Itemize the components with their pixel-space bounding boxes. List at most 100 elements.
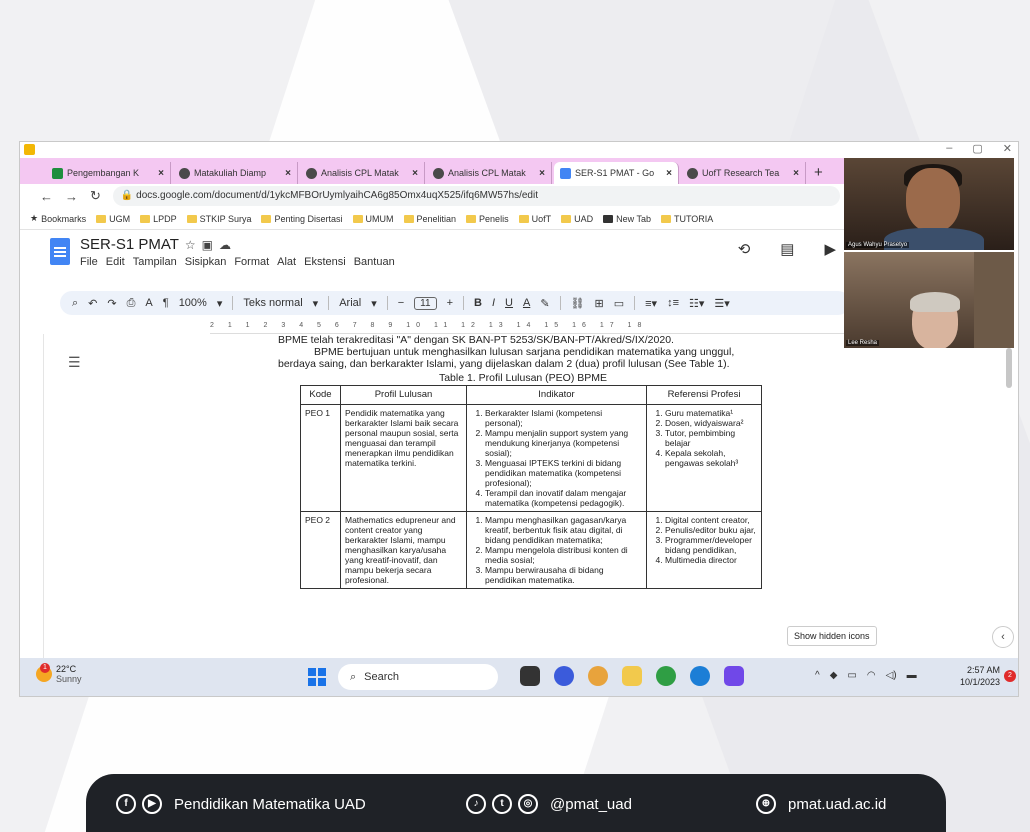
tray-app-icon[interactable]: ◆ <box>830 670 838 681</box>
meet-icon[interactable]: ▶ <box>824 240 836 258</box>
weather-widget[interactable]: 1 22°C Sunny <box>36 663 82 684</box>
style-select[interactable]: Teks normal <box>243 297 302 309</box>
font-select[interactable]: Arial <box>339 297 361 309</box>
undo-icon[interactable]: ↶ <box>88 297 97 310</box>
folder-move-icon[interactable]: ▣ <box>202 238 213 252</box>
bookmark-folder[interactable]: TUTORIA <box>660 214 713 224</box>
video-tile[interactable]: Lee Resha <box>844 252 1014 348</box>
chrome-icon[interactable] <box>588 666 608 686</box>
docs-logo-icon[interactable] <box>50 238 70 265</box>
doc-title[interactable]: SER-S1 PMAT ☆ ▣ ☁ <box>80 236 231 253</box>
bookmark-folder[interactable]: UAD <box>561 214 593 224</box>
checklist-icon[interactable]: ☷▾ <box>689 297 704 310</box>
menu-help[interactable]: Bantuan <box>354 256 395 268</box>
battery-icon[interactable]: ▬ <box>907 670 917 681</box>
menu-format[interactable]: Format <box>234 256 269 268</box>
comments-icon[interactable]: ▤ <box>780 240 794 258</box>
tiktok-icon[interactable]: ♪ <box>466 794 486 814</box>
browser-tab[interactable]: Matakuliah Diamp × <box>173 162 298 184</box>
paint-format-icon[interactable]: ¶ <box>163 297 169 309</box>
menu-insert[interactable]: Sisipkan <box>185 256 227 268</box>
history-icon[interactable]: ⟲ <box>738 240 751 258</box>
redo-icon[interactable]: ↷ <box>107 297 116 310</box>
facebook-icon[interactable]: f <box>116 794 136 814</box>
close-button[interactable]: ✕ <box>1003 142 1012 155</box>
image-icon[interactable]: ▭ <box>614 297 624 310</box>
bookmark-folder[interactable]: UGM <box>96 214 130 224</box>
line-spacing-icon[interactable]: ↕≡ <box>667 297 679 309</box>
taskbar-search-input[interactable]: ⌕ Search <box>338 664 498 690</box>
link-icon[interactable]: ⛓ <box>571 297 585 310</box>
bold-button[interactable]: B <box>474 297 482 309</box>
taskbar-clock[interactable]: 2:57 AM 10/1/2023 <box>960 664 1000 688</box>
horizontal-ruler[interactable]: 2 1 1 2 3 4 5 6 7 8 9 10 11 12 13 14 15 … <box>210 322 850 334</box>
bullet-list-icon[interactable]: ☰▾ <box>714 297 729 310</box>
browser-tab-active[interactable]: SER-S1 PMAT - Go × <box>554 162 679 184</box>
tab-close-icon[interactable]: × <box>793 168 799 179</box>
task-view-icon[interactable] <box>520 666 540 686</box>
highlight-icon[interactable]: ✎ <box>540 297 549 310</box>
edge-icon[interactable] <box>656 666 676 686</box>
chat-icon[interactable] <box>554 666 574 686</box>
browser-tab[interactable]: UofT Research Tea × <box>681 162 806 184</box>
italic-button[interactable]: I <box>492 297 495 309</box>
globe-icon[interactable]: ⊕ <box>756 794 776 814</box>
align-icon[interactable]: ≡▾ <box>645 297 657 310</box>
tab-close-icon[interactable]: × <box>158 168 164 179</box>
print-icon[interactable]: ⎙ <box>127 297 136 310</box>
browser-tab[interactable]: Analisis CPL Matak × <box>427 162 552 184</box>
url-input[interactable]: 🔒 docs.google.com/document/d/1ykcMFBOrUy… <box>112 186 840 206</box>
bookmarks-menu[interactable]: ★ Bookmarks <box>30 213 86 224</box>
menu-file[interactable]: File <box>80 256 98 268</box>
instagram-icon[interactable]: ◎ <box>518 794 538 814</box>
bookmark-folder[interactable]: UofT <box>518 214 551 224</box>
text-color-button[interactable]: A <box>523 297 530 309</box>
document-page[interactable]: BPME telah terakreditasi "A" dengan SK B… <box>278 334 768 664</box>
zoom-icon[interactable] <box>690 666 710 686</box>
maximize-button[interactable]: ▢ <box>972 142 982 155</box>
scrollbar-thumb[interactable] <box>1006 348 1012 388</box>
file-explorer-icon[interactable] <box>622 666 642 686</box>
zoom-select[interactable]: 100% <box>179 297 207 309</box>
bookmark-folder[interactable]: Penelis <box>466 214 509 224</box>
show-hidden-icons-chevron-icon[interactable]: ^ <box>815 670 820 681</box>
menu-tools[interactable]: Alat <box>277 256 296 268</box>
tab-close-icon[interactable]: × <box>539 168 545 179</box>
bookmark-folder[interactable]: UMUM <box>352 214 394 224</box>
comment-add-icon[interactable]: ⊞ <box>595 297 604 310</box>
menu-edit[interactable]: Edit <box>106 256 125 268</box>
menu-extensions[interactable]: Ekstensi <box>304 256 346 268</box>
notification-badge[interactable]: 2 <box>1004 670 1016 682</box>
bookmark-folder[interactable]: STKIP Surya <box>186 214 251 224</box>
chevron-left-icon[interactable]: ‹ <box>992 626 1014 648</box>
back-arrow-icon[interactable]: ← <box>40 189 53 204</box>
spellcheck-icon[interactable]: A <box>145 297 152 309</box>
minimize-button[interactable]: – <box>946 142 952 155</box>
vertical-ruler[interactable] <box>34 334 44 664</box>
tab-close-icon[interactable]: × <box>412 168 418 179</box>
font-size-input[interactable]: 11 <box>414 296 437 310</box>
video-tile[interactable]: Agus Wahyu Prasetyo <box>844 158 1014 250</box>
volume-icon[interactable]: ◁) <box>886 670 897 681</box>
bookmark-folder[interactable]: Penelitian <box>403 214 456 224</box>
bookmark-link[interactable]: New Tab <box>603 214 651 224</box>
document-outline-icon[interactable]: ☰ <box>68 354 81 371</box>
font-size-increase-button[interactable]: + <box>447 297 453 309</box>
browser-tab[interactable]: Analisis CPL Matak × <box>300 162 425 184</box>
youtube-icon[interactable]: ▶ <box>142 794 162 814</box>
tab-close-icon[interactable]: × <box>666 168 672 179</box>
browser-tab[interactable]: Pengembangan K × <box>46 162 171 184</box>
twitter-icon[interactable]: t <box>492 794 512 814</box>
wifi-icon[interactable]: ◠ <box>867 670 876 681</box>
new-tab-button[interactable]: + <box>808 162 829 184</box>
star-icon[interactable]: ☆ <box>185 238 196 252</box>
app-icon[interactable] <box>724 666 744 686</box>
tab-close-icon[interactable]: × <box>285 168 291 179</box>
bookmark-folder[interactable]: Penting Disertasi <box>261 214 343 224</box>
bookmark-folder[interactable]: LPDP <box>140 214 177 224</box>
windows-start-icon[interactable] <box>308 668 326 686</box>
menu-view[interactable]: Tampilan <box>133 256 177 268</box>
reload-icon[interactable]: ↻ <box>90 188 101 204</box>
forward-arrow-icon[interactable]: → <box>65 189 78 204</box>
font-size-decrease-button[interactable]: − <box>398 297 404 309</box>
